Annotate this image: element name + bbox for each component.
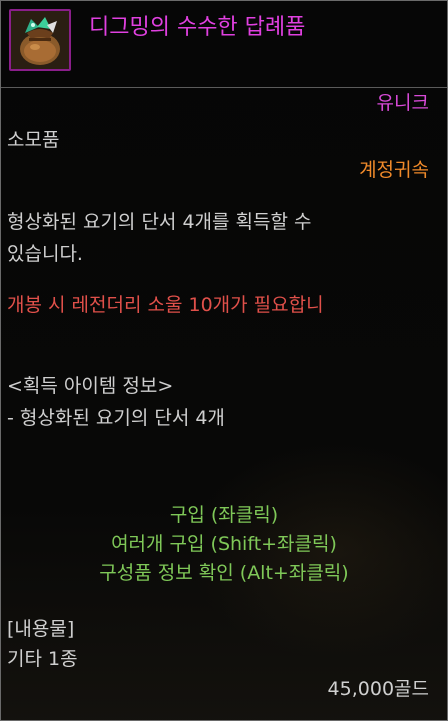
binding-status: 계정귀속: [359, 159, 429, 181]
item-price: 45,000골드: [327, 678, 429, 700]
buy-many-action[interactable]: 여러개 구입 (Shift+좌클릭): [1, 532, 447, 556]
contents-summary: 기타 1종: [7, 648, 78, 670]
contents-header: [내용물]: [7, 618, 75, 640]
item-icon-frame: [9, 9, 71, 71]
item-tooltip: 디그밍의 수수한 답례품 유니크 소모품 계정귀속 형상화된 요기의 단서 4개…: [0, 0, 448, 721]
acquire-info-header: <획득 아이템 정보>: [7, 375, 174, 397]
item-type: 소모품: [7, 129, 60, 151]
item-name: 디그밍의 수수한 답례품: [89, 15, 306, 40]
acquire-info-item: - 형상화된 요기의 단서 4개: [7, 407, 225, 429]
item-rarity: 유니크: [376, 92, 429, 114]
description-line-2: 있습니다.: [7, 243, 83, 265]
pouch-with-gems-icon: [20, 17, 60, 65]
tooltip-header: 디그밍의 수수한 답례품: [1, 1, 447, 88]
check-contents-action[interactable]: 구성품 정보 확인 (Alt+좌클릭): [1, 561, 447, 585]
buy-action[interactable]: 구입 (좌클릭): [1, 503, 447, 527]
open-requirement: 개봉 시 레전더리 소울 10개가 필요합니: [7, 294, 324, 316]
description-line-1: 형상화된 요기의 단서 4개를 획득할 수: [7, 211, 312, 233]
